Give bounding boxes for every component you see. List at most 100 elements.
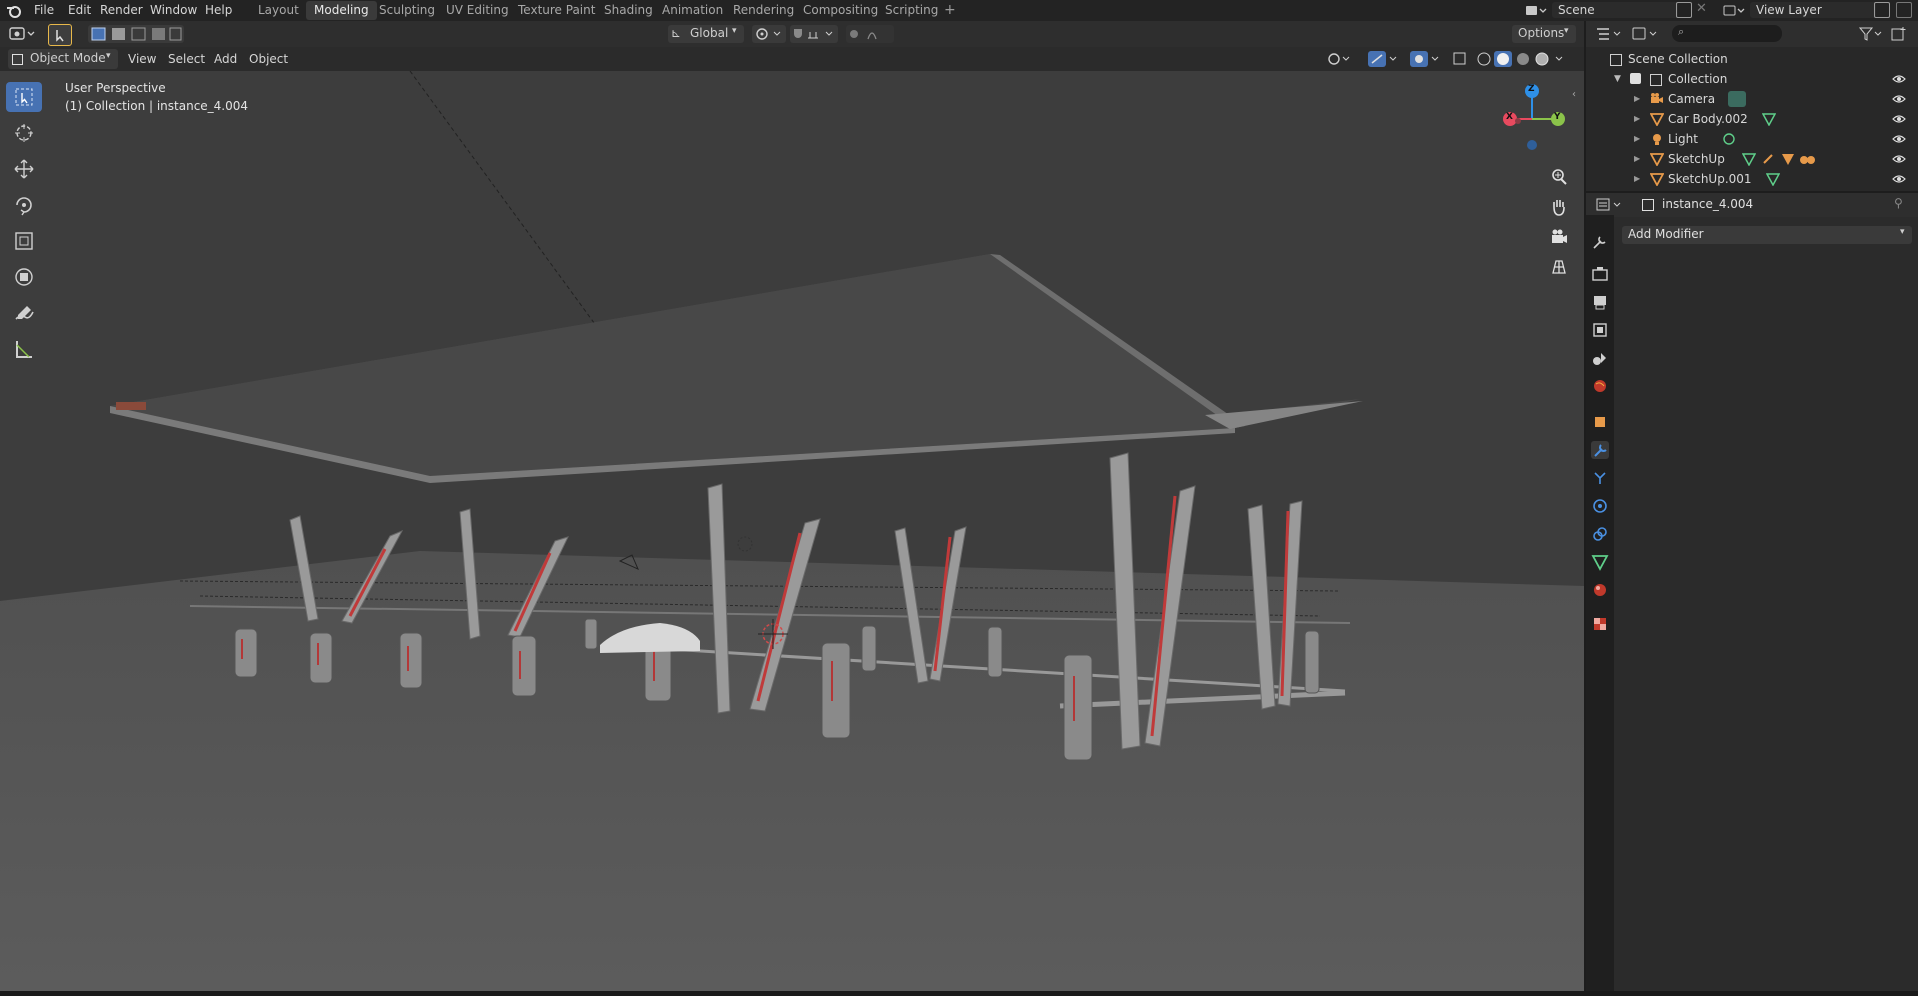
constraints-tab-icon[interactable] (1591, 525, 1609, 543)
menu-select[interactable]: Select (168, 49, 205, 69)
outliner-row-collection[interactable]: ▼ Collection (1586, 69, 1918, 89)
remove-view-layer-icon[interactable] (1896, 2, 1912, 18)
filter-icon[interactable] (1858, 25, 1884, 43)
scene-selector-icon[interactable] (1524, 3, 1548, 18)
outliner-row-camera[interactable]: ▶ Camera (1586, 89, 1918, 109)
tab-compositing[interactable]: Compositing (795, 1, 886, 20)
tool-tab-icon[interactable] (1591, 233, 1609, 251)
expand-arrow-icon[interactable]: ▶ (1634, 169, 1640, 189)
display-mode-icon[interactable] (1630, 25, 1660, 43)
measure-tool-icon[interactable] (6, 334, 42, 364)
navigation-gizmo[interactable]: Z X Y (1496, 81, 1566, 151)
camera-view-icon[interactable] (1549, 227, 1569, 247)
add-modifier-dropdown[interactable]: Add Modifier ▾ (1622, 226, 1912, 244)
outliner-row-light[interactable]: ▶ Light (1586, 129, 1918, 149)
physics-tab-icon[interactable] (1591, 497, 1609, 515)
expand-arrow-icon[interactable]: ▶ (1634, 149, 1640, 169)
eye-icon[interactable] (1892, 152, 1906, 166)
menu-edit[interactable]: Edit (68, 0, 91, 21)
tab-uv-editing[interactable]: UV Editing (438, 1, 517, 20)
object-mode-label: Object Mode (30, 51, 106, 65)
data-tab-icon[interactable] (1591, 553, 1609, 571)
selection-mode-icons[interactable] (88, 25, 184, 43)
collapse-sidebar-icon[interactable]: ‹ (1572, 89, 1582, 103)
expand-arrow-icon[interactable]: ▶ (1634, 89, 1640, 109)
select-box-tool-icon[interactable] (48, 24, 72, 46)
pan-hand-icon[interactable] (1549, 197, 1569, 217)
output-tab-icon[interactable] (1591, 293, 1609, 311)
zoom-icon[interactable] (1549, 167, 1569, 187)
move-tool-icon[interactable] (6, 154, 42, 184)
menu-render[interactable]: Render (100, 0, 143, 21)
outliner-row-sketchup-001[interactable]: ▶ SketchUp.001 (1586, 169, 1918, 189)
view-layer-name-field[interactable]: View Layer (1750, 2, 1876, 18)
rotate-tool-icon[interactable] (6, 190, 42, 220)
outliner-row-car-body[interactable]: ▶ Car Body.002 (1586, 109, 1918, 129)
select-tool-icon[interactable] (6, 82, 42, 112)
snap-icon[interactable] (790, 25, 838, 43)
collection-checkbox[interactable] (1630, 73, 1641, 84)
expand-arrow-icon[interactable]: ▶ (1634, 109, 1640, 129)
tab-rendering[interactable]: Rendering (725, 1, 802, 20)
scale-tool-icon[interactable] (6, 226, 42, 256)
eye-icon[interactable] (1892, 172, 1906, 186)
context-label: (1) Collection | instance_4.004 (65, 99, 249, 113)
cursor-tool-icon[interactable] (6, 118, 42, 148)
new-collection-icon[interactable] (1890, 25, 1908, 43)
proportional-edit-icon[interactable] (846, 25, 894, 43)
viewport-overlay-icons[interactable] (1326, 50, 1576, 68)
close-scene-icon[interactable]: ✕ (1696, 1, 1707, 16)
menu-add[interactable]: Add (214, 49, 237, 69)
menu-object[interactable]: Object (249, 49, 288, 69)
eye-icon[interactable] (1892, 72, 1906, 86)
transform-tool-icon[interactable] (6, 262, 42, 292)
scene-name-field[interactable]: Scene (1552, 2, 1678, 18)
outliner-search-input[interactable]: ⌕ (1672, 25, 1782, 42)
outliner-row-scene-collection[interactable]: Scene Collection (1586, 49, 1918, 69)
view-layer-selector-icon[interactable] (1722, 3, 1746, 18)
eye-icon[interactable] (1892, 92, 1906, 106)
render-tab-icon[interactable] (1591, 265, 1609, 283)
perspective-toggle-icon[interactable] (1549, 257, 1569, 277)
editor-type-icon[interactable] (8, 25, 38, 43)
menu-window[interactable]: Window (150, 0, 197, 21)
eye-icon[interactable] (1892, 132, 1906, 146)
outliner-editor-type-icon[interactable] (1594, 25, 1624, 43)
expand-arrow-icon[interactable]: ▶ (1634, 129, 1640, 149)
object-mode-dropdown[interactable]: Object Mode ▾ (8, 49, 118, 69)
options-dropdown[interactable]: Options ▾ (1512, 25, 1576, 43)
orientation-dropdown[interactable]: ⊾ Global ▾ (668, 25, 744, 43)
tab-scripting[interactable]: Scripting (877, 1, 946, 20)
tab-layout[interactable]: Layout (250, 1, 307, 20)
outliner-row-sketchup[interactable]: ▶ SketchUp (1586, 149, 1918, 169)
copy-scene-icon[interactable] (1676, 2, 1692, 18)
world-tab-icon[interactable] (1591, 377, 1609, 395)
tab-shading[interactable]: Shading (596, 1, 661, 20)
eye-icon[interactable] (1892, 112, 1906, 126)
properties-header: instance_4.004 ⚲ (1586, 193, 1918, 217)
texture-tab-icon[interactable] (1591, 615, 1609, 633)
modifier-tab-icon[interactable] (1591, 441, 1609, 459)
view-layer-tab-icon[interactable] (1591, 321, 1609, 339)
material-tab-icon[interactable] (1591, 581, 1609, 599)
menu-file[interactable]: File (34, 0, 54, 21)
object-tab-icon[interactable] (1591, 413, 1609, 431)
menu-help[interactable]: Help (205, 0, 232, 21)
pivot-point-icon[interactable] (752, 25, 786, 43)
annotate-tool-icon[interactable] (6, 298, 42, 328)
tab-animation[interactable]: Animation (654, 1, 731, 20)
tab-sculpting[interactable]: Sculpting (371, 1, 443, 20)
add-workspace-icon[interactable]: + (944, 2, 956, 18)
tab-texture-paint[interactable]: Texture Paint (510, 1, 603, 20)
copy-view-layer-icon[interactable] (1874, 2, 1890, 18)
tab-modeling[interactable]: Modeling (306, 1, 377, 20)
properties-editor-type-icon[interactable] (1594, 196, 1624, 214)
mesh-object-icon (1650, 112, 1664, 126)
particles-tab-icon[interactable] (1591, 469, 1609, 487)
3d-viewport[interactable]: User Perspective (1) Collection | instan… (0, 71, 1584, 991)
blender-logo-icon[interactable] (6, 3, 22, 19)
scene-tab-icon[interactable] (1591, 349, 1609, 367)
pin-icon[interactable]: ⚲ (1894, 196, 1903, 210)
expand-arrow-icon[interactable]: ▼ (1614, 69, 1621, 89)
menu-view[interactable]: View (128, 49, 156, 69)
